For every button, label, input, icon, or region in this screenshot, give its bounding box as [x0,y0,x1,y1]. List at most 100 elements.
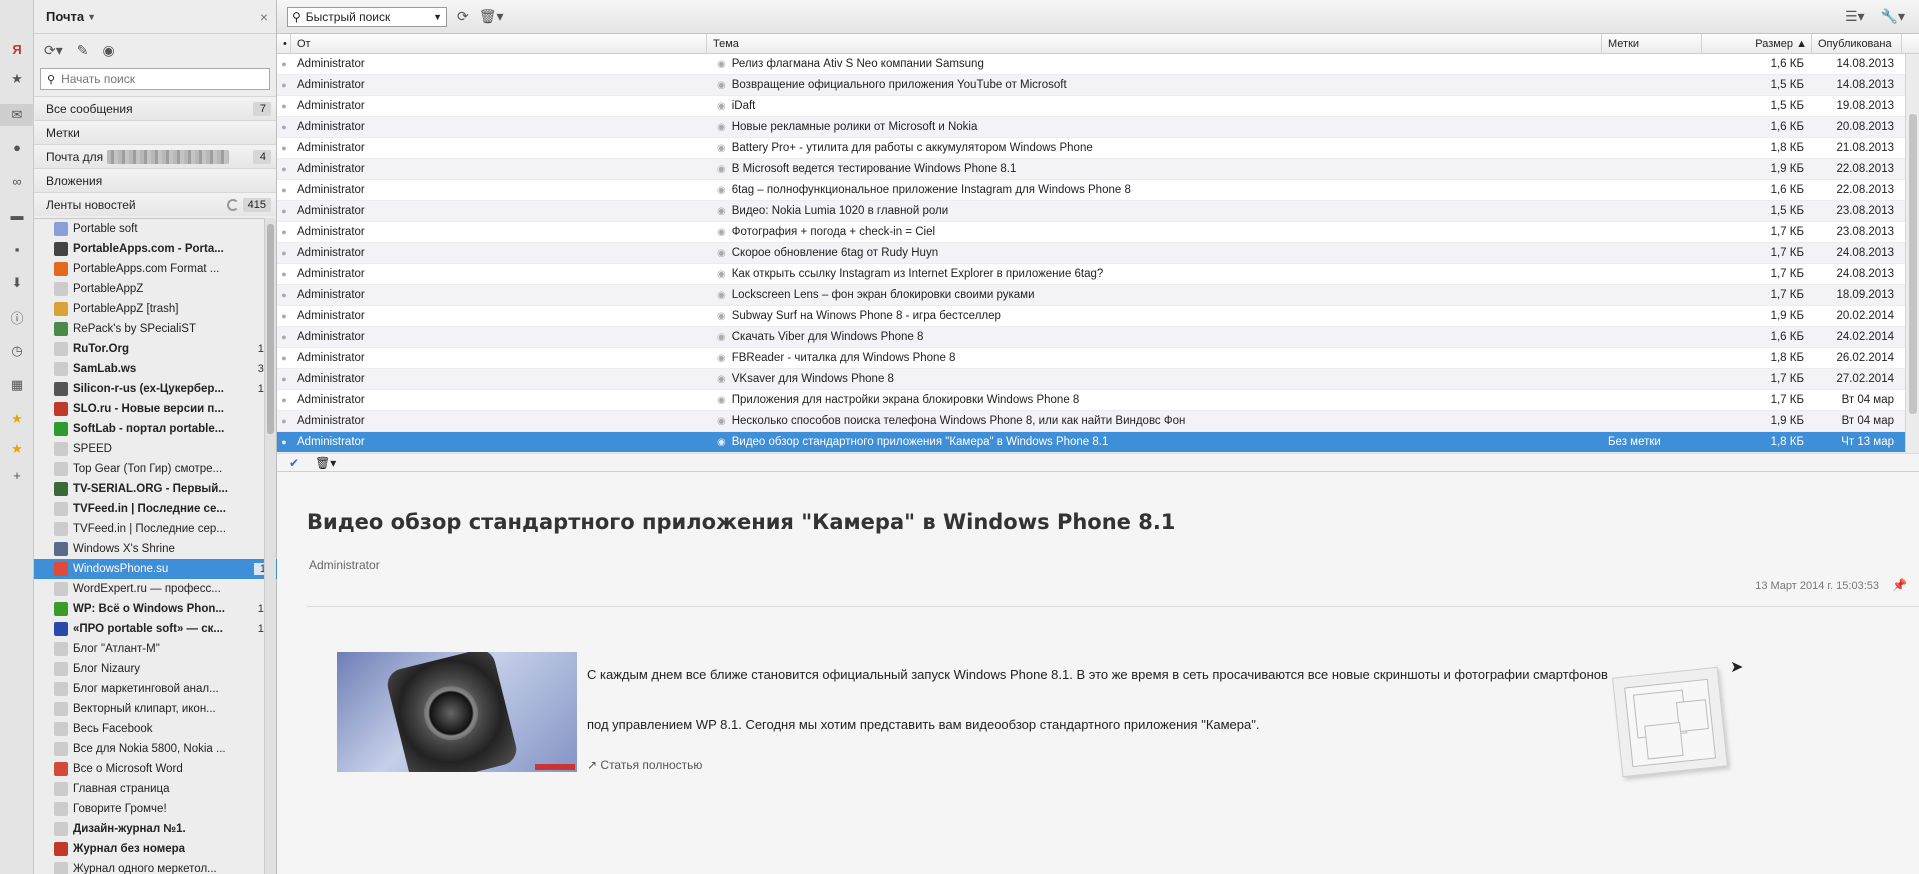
rss-icon[interactable]: ◉ [103,42,115,59]
message-row[interactable]: ● Administrator ◉ FBReader - читалка для Wi… [277,348,1919,369]
folder-attachments[interactable]: Вложения [34,168,276,192]
feed-item[interactable]: TV-SERIAL.ORG - Первый...1 [34,479,277,499]
folder-tags[interactable]: Метки [34,120,276,144]
feed-item[interactable]: SoftLab - портал portable...9 [34,419,277,439]
feed-item[interactable]: Векторный клипарт, икон... [34,699,277,719]
column-subject[interactable]: Тема [707,33,1602,54]
message-row[interactable]: ● Administrator ◉ Возвращение официального … [277,75,1919,96]
feed-item[interactable]: PortableAppZ [trash] [34,299,277,319]
link-icon[interactable]: ∞ [8,172,26,190]
message-row[interactable]: ● Administrator ◉ Battery Pro+ - утилита дл… [277,138,1919,159]
feed-item[interactable]: Portable soft [34,219,277,239]
feed-item[interactable]: Все для Nokia 5800, Nokia ... [34,739,277,759]
feed-item[interactable]: Windows X's Shrine [34,539,277,559]
read-status-column[interactable]: • [277,33,291,54]
note-icon[interactable]: ▪ [8,240,26,258]
refresh-menu-icon[interactable]: ⟳▾ [44,42,63,59]
message-row[interactable]: ● Administrator ◉ Видео обзор стандартного … [277,432,1919,453]
message-list-scrollbar[interactable] [1905,54,1919,453]
feed-item[interactable]: SPEED [34,439,277,459]
message-row[interactable]: ● Administrator ◉ Фотография + погода + che… [277,222,1919,243]
star-icon[interactable]: ★ [8,70,26,88]
feed-item[interactable]: WindowsPhone.su 1 [34,559,277,579]
message-row[interactable]: ● Administrator ◉ Релиз флагмана Ativ S Neo… [277,54,1919,75]
message-row[interactable]: ● Administrator ◉ Lockscreen Lens – фон экр… [277,285,1919,306]
clock-icon[interactable]: ◷ [8,342,26,360]
quick-search-select[interactable]: ⚲ Быстрый поиск ▼ [287,6,447,27]
feed-item[interactable]: Журнал одного меркетол... [34,859,277,874]
article-image[interactable] [337,652,577,772]
calendar-card-icon[interactable]: ▬ [8,206,26,224]
sidebar-scrollbar[interactable] [264,218,276,874]
plus-icon[interactable]: + [8,466,26,484]
folder-news-feeds[interactable]: Ленты новостей 415 [34,192,276,216]
message-row[interactable]: ● Administrator ◉ Приложения для настройки … [277,390,1919,411]
scrollbar-thumb[interactable] [267,224,274,434]
close-icon[interactable]: × [260,9,268,25]
column-size[interactable]: Размер ▲ [1702,33,1812,54]
compose-icon[interactable]: ✎ [77,42,89,59]
refresh-icon[interactable]: ⟳ [457,8,469,25]
feed-item[interactable]: «ПРО portable soft» — ск...10 [34,619,277,639]
chevron-down-icon[interactable]: ▼ [87,12,96,22]
feed-item[interactable]: Все о Microsoft Word [34,759,277,779]
feed-item[interactable]: RuTor.Org12 [34,339,277,359]
feed-item[interactable]: Говорите Громче! [34,799,277,819]
message-row[interactable]: ● Administrator ◉ 6tag – полнофункционально… [277,180,1919,201]
folder-mail-for[interactable]: Почта для 4 [34,144,276,168]
feed-item[interactable]: Silicon-r-us (ex-Цукербер...16 [34,379,277,399]
message-row[interactable]: ● Administrator ◉ Скорое обновление 6tag от… [277,243,1919,264]
wrench-icon[interactable]: 🔧▾ [1881,8,1905,25]
mark-read-icon[interactable]: ✔ [289,456,299,470]
feed-item[interactable]: SLO.ru - Новые версии п...5 [34,399,277,419]
yandex-icon[interactable]: Я [8,40,26,58]
trash-icon[interactable]: 🗑▾ [479,8,504,25]
feed-item[interactable]: PortableAppZ [34,279,277,299]
star-gold-icon[interactable]: ★ [8,410,26,428]
column-date[interactable]: Опубликована [1812,33,1902,54]
column-tags[interactable]: Метки [1602,33,1702,54]
feed-item[interactable]: Блог маркетинговой анал... [34,679,277,699]
message-row[interactable]: ● Administrator ◉ Новые рекламные ролики от… [277,117,1919,138]
message-row[interactable]: ● Administrator ◉ Видео: Nokia Lumia 1020 в… [277,201,1919,222]
message-row[interactable]: ● Administrator ◉ Как открыть ссылку Instag… [277,264,1919,285]
message-row[interactable]: ● Administrator ◉ iDaft 1,5 КБ 19.08.2013 [277,96,1919,117]
message-row[interactable]: ● Administrator ◉ Subway Surf на Winows Pho… [277,306,1919,327]
feed-item[interactable]: TVFeed.in | Последние сер... [34,519,277,539]
column-from[interactable]: От [291,33,707,54]
feed-favicon-icon [54,722,68,736]
star-gold-icon[interactable]: ★ [8,440,26,458]
contact-icon[interactable]: ● [8,138,26,156]
read-more-link[interactable]: ↗ Статья полностью [587,758,702,772]
feed-item[interactable]: Дизайн-журнал №1.6 [34,819,277,839]
feed-item[interactable]: RePack's by SPecialiST [34,319,277,339]
sidebar-title[interactable]: Почта [46,9,84,24]
message-row[interactable]: ● Administrator ◉ В Microsoft ведется тести… [277,159,1919,180]
folder-all-messages[interactable]: Все сообщения 7 [34,96,276,120]
scrollbar-thumb[interactable] [1909,114,1917,414]
feed-item[interactable]: Весь Facebook [34,719,277,739]
feed-item[interactable]: WP: Всё о Windows Phon...12 [34,599,277,619]
message-row[interactable]: ● Administrator ◉ Скачать Viber для Windows… [277,327,1919,348]
grid-icon[interactable]: ▦ [8,376,26,394]
info-icon[interactable]: ⓘ [8,308,26,326]
trash-icon[interactable]: 🗑▾ [315,456,336,470]
view-settings-icon[interactable]: ☰▾ [1845,8,1865,25]
feed-item[interactable]: Блог "Атлант-М" [34,639,277,659]
message-row[interactable]: ● Administrator ◉ VKsaver для Windows Phone… [277,369,1919,390]
feed-item[interactable]: SamLab.ws32 [34,359,277,379]
message-row[interactable]: ● Administrator ◉ Несколько способов поиска… [277,411,1919,432]
feed-item[interactable]: WordExpert.ru — професс... [34,579,277,599]
download-icon[interactable]: ⬇ [8,274,26,292]
feed-item[interactable]: Top Gear (Топ Гир) смотре... [34,459,277,479]
feed-item[interactable]: PortableApps.com Format ... [34,259,277,279]
feed-item[interactable]: TVFeed.in | Последние се...2 [34,499,277,519]
sidebar-search[interactable]: ⚲ [40,68,270,90]
feed-item[interactable]: Главная страница [34,779,277,799]
mail-icon[interactable]: ✉ [0,104,34,126]
feed-item[interactable]: PortableApps.com - Porta...7 [34,239,277,259]
pin-icon[interactable]: 📌 [1892,578,1907,592]
feed-item[interactable]: Журнал без номера2 [34,839,277,859]
feed-item[interactable]: Блог Nizaury [34,659,277,679]
sidebar-search-input[interactable] [61,72,262,86]
